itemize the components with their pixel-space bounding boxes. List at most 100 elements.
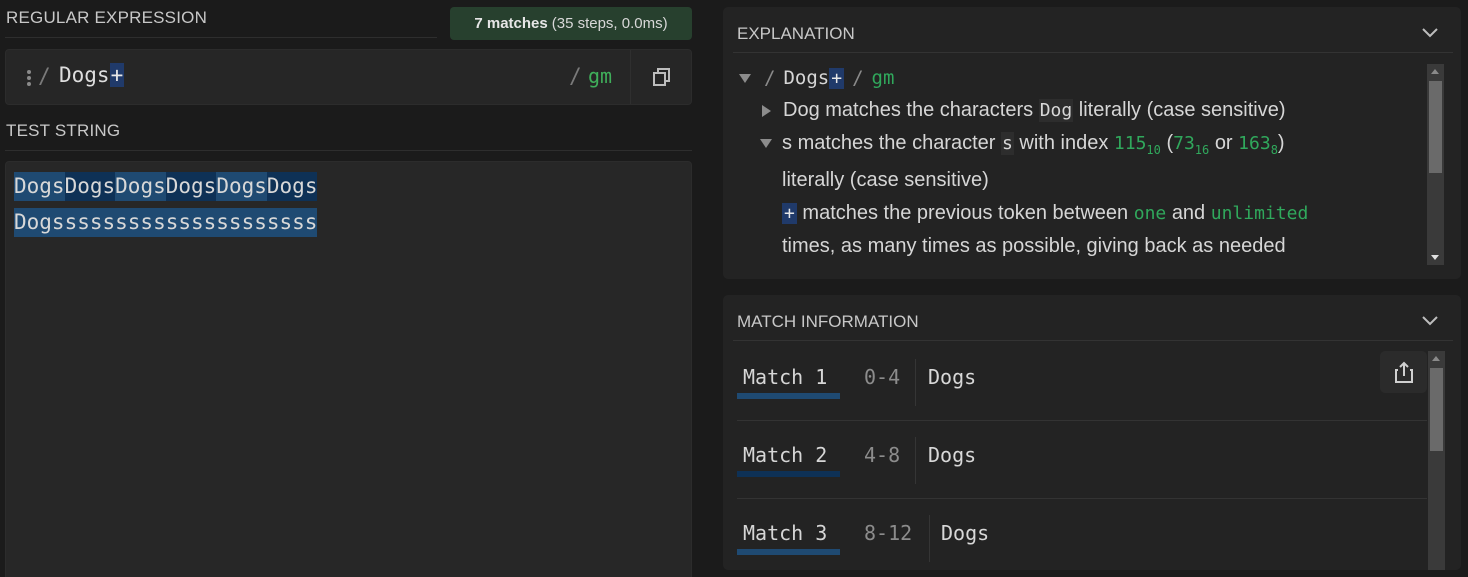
left-column: REGULAR EXPRESSION 7 matches (35 steps, … — [0, 0, 700, 577]
test-string-input[interactable]: Dogs Dogs Dogs Dogs Dogs Dogs Dogssssssssssss… — [5, 161, 692, 577]
match-highlight: Dogs — [266, 172, 318, 201]
token-name: Dog — [783, 99, 820, 121]
match-info-scrollbar[interactable] — [1428, 351, 1445, 570]
delimiter-open: / — [38, 64, 51, 88]
match-color-bar — [737, 549, 840, 555]
explanation-text: times, as many times as possible, giving… — [782, 235, 1286, 257]
divider — [733, 340, 1453, 341]
match-highlight: Dogs — [64, 172, 116, 201]
base-subscript: 16 — [1194, 142, 1210, 157]
delimiter-open: / — [764, 67, 776, 89]
explanation-text: matches the character — [797, 132, 996, 154]
match-value: Dogs — [928, 443, 977, 467]
literal-chip: Dog — [1038, 99, 1074, 122]
match-count-badge: 7 matches (35 steps, 0.0ms) — [450, 7, 692, 40]
regex-quantifier-token: + — [829, 67, 845, 89]
divider — [5, 37, 437, 38]
explanation-item[interactable]: + matches the previous token between one… — [782, 202, 1308, 225]
explanation-text: matches the previous token between — [802, 202, 1129, 224]
match-row[interactable]: Match 3 8-12 Dogs — [737, 499, 1427, 577]
explanation-item[interactable]: Dog matches the characters Dog literally… — [762, 99, 1286, 122]
match-label: Match 2 — [743, 443, 828, 467]
match-range: 0-4 — [864, 365, 901, 389]
scroll-up-icon[interactable] — [1431, 69, 1439, 74]
regex-quantifier-token: + — [109, 63, 125, 87]
divider — [915, 359, 916, 406]
paren: ( — [1166, 132, 1174, 154]
explanation-text: and — [1171, 202, 1206, 224]
regex-input[interactable]: Dogs + — [59, 63, 125, 87]
scroll-down-icon[interactable] — [1431, 255, 1439, 260]
match-value: Dogs — [941, 521, 990, 545]
explanation-item[interactable]: s matches the character s with index 115… — [760, 132, 1285, 157]
match-range: 4-8 — [864, 443, 901, 467]
expand-caret-icon[interactable] — [739, 73, 751, 83]
quantifier-chip: + — [782, 203, 797, 224]
page-margin — [1461, 0, 1468, 577]
test-string-line: Dogs Dogs Dogs Dogs Dogs Dogs — [14, 172, 318, 201]
copy-icon — [652, 68, 670, 86]
regex-pattern: Dogs — [59, 63, 110, 87]
match-highlight: Dogs — [14, 172, 65, 201]
export-matches-button[interactable] — [1380, 351, 1427, 393]
octal-value: 163 — [1238, 133, 1271, 154]
regex-flags-button[interactable]: gm — [588, 64, 612, 88]
base-subscript: 8 — [1270, 142, 1278, 157]
collapse-match-info-button[interactable] — [1421, 313, 1439, 327]
scrollbar-thumb[interactable] — [1429, 81, 1442, 173]
scrollbar-thumb[interactable] — [1430, 368, 1443, 451]
match-row[interactable]: Match 2 4-8 Dogs — [737, 421, 1427, 499]
match-color-bar — [737, 471, 840, 477]
match-count: 7 matches — [474, 15, 548, 32]
match-label: Match 3 — [743, 521, 828, 545]
expand-caret-icon[interactable] — [762, 104, 771, 117]
match-value: Dogs — [928, 365, 977, 389]
min-count: one — [1133, 203, 1167, 224]
match-information-title: MATCH INFORMATION — [737, 312, 919, 331]
explanation-text: or — [1214, 132, 1233, 154]
max-count: unlimited — [1210, 203, 1309, 224]
regex-section-title: REGULAR EXPRESSION — [6, 8, 208, 27]
explanation-text: literally (case sensitive) — [782, 169, 989, 191]
match-highlight: Dogsssssssssssssssssssss — [14, 208, 318, 237]
divider — [5, 150, 692, 151]
collapse-explanation-button[interactable] — [1421, 25, 1439, 39]
explanation-panel: EXPLANATION / Dogs + / gm Dog matches the… — [723, 7, 1461, 279]
regex-flags: gm — [871, 67, 895, 89]
explanation-scrollbar[interactable] — [1427, 64, 1444, 265]
base-subscript: 10 — [1146, 142, 1161, 157]
divider — [733, 52, 1453, 53]
match-highlight: Dogs — [165, 172, 217, 201]
regex-pattern: Dogs — [783, 67, 830, 89]
divider — [929, 515, 930, 562]
paren: ) — [1277, 132, 1285, 154]
literal-chip: s — [1001, 132, 1014, 155]
match-highlight: Dogs — [115, 172, 166, 201]
divider — [915, 437, 916, 484]
chevron-down-icon — [1422, 316, 1438, 326]
test-string-line: Dogsssssssssssssssssssss — [14, 208, 318, 237]
explanation-text: literally (case sensitive) — [1078, 99, 1286, 121]
decimal-value: 115 — [1113, 133, 1147, 154]
match-color-bar — [737, 393, 840, 399]
match-information-panel: MATCH INFORMATION Match 1 0-4 Dogs Match… — [723, 295, 1461, 570]
test-string-title: TEST STRING — [6, 121, 121, 140]
explanation-root[interactable]: / Dogs + / gm — [739, 67, 894, 89]
match-label: Match 1 — [743, 365, 828, 389]
explanation-text: matches the characters — [825, 99, 1034, 121]
chevron-down-icon — [1422, 28, 1438, 38]
match-stats: (35 steps, 0.0ms) — [551, 15, 668, 32]
drag-handle-icon[interactable] — [26, 70, 32, 86]
delimiter-close: / — [569, 64, 582, 88]
match-row[interactable]: Match 1 0-4 Dogs — [737, 343, 1427, 421]
expand-caret-icon[interactable] — [760, 139, 772, 148]
scroll-up-icon[interactable] — [1432, 356, 1440, 361]
delimiter-close: / — [852, 67, 864, 89]
copy-regex-button[interactable] — [631, 50, 692, 104]
explanation-text: with index — [1019, 132, 1109, 154]
match-range: 8-12 — [864, 521, 913, 545]
token-name: s — [782, 132, 792, 154]
explanation-title: EXPLANATION — [737, 24, 855, 43]
regex-input-box[interactable]: / Dogs + / gm — [5, 49, 692, 105]
share-icon — [1394, 361, 1413, 383]
